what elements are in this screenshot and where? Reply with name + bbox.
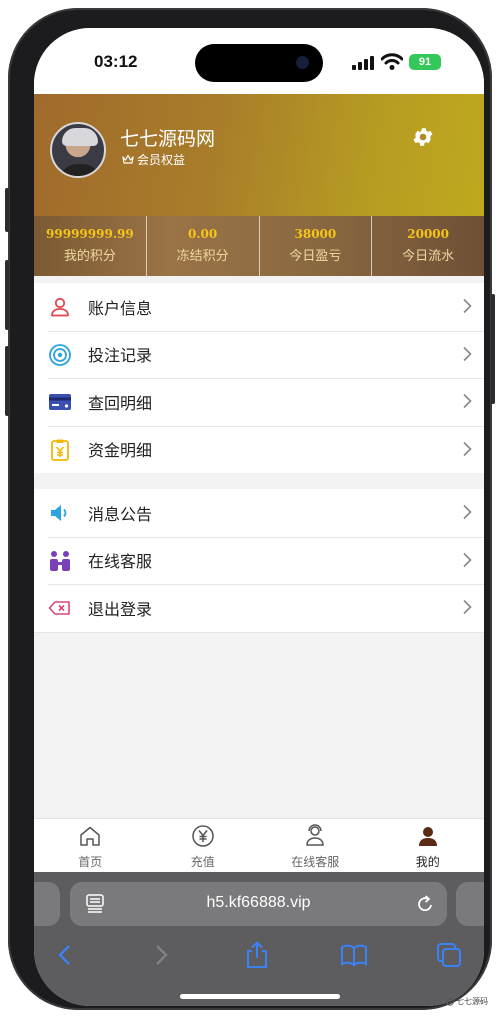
- volume-up-button: [5, 260, 9, 330]
- share-icon[interactable]: [242, 940, 272, 970]
- phone-frame: 03:12 91 七七源码网 会员权益 99999999.99 我的积分 0.0…: [5, 8, 495, 1010]
- menu-group-service: 消息公告 在线客服 退出登录: [34, 489, 484, 633]
- menu-item-label: 消息公告: [88, 504, 153, 524]
- chevron-right-icon: [463, 552, 472, 567]
- menu-item-announcements[interactable]: 消息公告: [34, 489, 484, 537]
- stat-label: 冻结积分: [176, 249, 229, 264]
- menu-item-label: 退出登录: [88, 599, 153, 619]
- yuan-circle-icon: [192, 825, 214, 847]
- status-bar: 03:12 91: [34, 28, 484, 96]
- avatar[interactable]: [50, 122, 106, 178]
- menu-item-account-info[interactable]: 账户信息: [34, 283, 484, 331]
- power-button: [491, 294, 495, 404]
- avatar-hair: [62, 128, 98, 146]
- stat-frozen-points: 0.00 冻结积分: [147, 216, 260, 276]
- menu-item-label: 投注记录: [88, 346, 153, 366]
- browser-toolbar: h5.kf66888.vip: [34, 872, 484, 1006]
- back-icon[interactable]: [50, 940, 80, 970]
- support-icon: [306, 824, 325, 846]
- battery-level: 91: [418, 56, 432, 68]
- yuan-clipboard-icon: [51, 439, 69, 461]
- target-icon: [49, 343, 71, 366]
- stat-value: 38000: [294, 227, 337, 241]
- next-tab-preview[interactable]: [456, 882, 484, 926]
- divider: [34, 631, 484, 633]
- chevron-right-icon: [463, 393, 472, 409]
- wifi-icon: [381, 53, 403, 70]
- tab-online-service[interactable]: 在线客服: [259, 819, 372, 872]
- home-indicator: [180, 994, 340, 999]
- points-summary: 99999999.99 我的积分 0.00 冻结积分 38000 今日盈亏 20…: [34, 216, 484, 276]
- menu-item-label: 在线客服: [88, 552, 153, 572]
- stat-label: 今日盈亏: [289, 249, 342, 264]
- menu-item-label: 账户信息: [88, 298, 153, 318]
- status-time: 03:12: [94, 52, 138, 71]
- profile-icon: [418, 827, 437, 846]
- username: 七七源码网: [120, 128, 216, 150]
- dynamic-island: [195, 44, 323, 82]
- battery-icon: 91: [409, 54, 441, 70]
- stat-today-turnover: 20000 今日流水: [372, 216, 484, 276]
- vip-label: 会员权益: [137, 153, 186, 167]
- chevron-right-icon: [463, 346, 472, 361]
- menu-item-rebate-details[interactable]: 查回明细: [34, 378, 484, 426]
- forward-icon[interactable]: [146, 940, 176, 970]
- chevron-right-icon: [463, 599, 472, 615]
- stat-value: 99999999.99: [46, 227, 134, 241]
- people-icon: [50, 550, 70, 571]
- menu-item-label: 资金明细: [88, 441, 153, 461]
- bookmarks-icon[interactable]: [339, 940, 369, 970]
- stat-label: 我的积分: [63, 249, 116, 264]
- user-icon: [51, 297, 69, 317]
- chevron-right-icon: [463, 504, 472, 520]
- avatar-shirt: [58, 164, 102, 176]
- logout-icon: [48, 601, 70, 615]
- url-text: h5.kf66888.vip: [206, 894, 311, 911]
- menu-item-fund-details[interactable]: 资金明细: [34, 425, 484, 474]
- camera-icon: [296, 56, 309, 69]
- crown-icon: [122, 154, 134, 164]
- watermark-text: 七七源码: [456, 997, 488, 1006]
- stat-value: 0.00: [188, 227, 218, 241]
- tab-label: 我的: [415, 855, 440, 869]
- address-bar[interactable]: h5.kf66888.vip: [70, 882, 447, 926]
- tab-label: 首页: [78, 855, 103, 869]
- chevron-right-icon: [463, 298, 472, 314]
- reload-icon[interactable]: [415, 894, 435, 914]
- screen: 03:12 91 七七源码网 会员权益 99999999.99 我的积分 0.0…: [34, 28, 484, 1006]
- tab-recharge[interactable]: 充值: [147, 819, 260, 872]
- stat-today-pnl: 38000 今日盈亏: [260, 216, 373, 276]
- menu-item-bet-records[interactable]: 投注记录: [34, 330, 484, 379]
- menu-item-label: 查回明细: [88, 393, 153, 413]
- menu-item-logout[interactable]: 退出登录: [34, 584, 484, 632]
- stat-label: 今日流水: [402, 249, 455, 264]
- watermark-logo-icon: [446, 997, 454, 1006]
- home-icon: [80, 826, 100, 846]
- stat-my-points: 99999999.99 我的积分: [34, 216, 147, 276]
- settings-gear-icon[interactable]: [411, 125, 435, 149]
- vip-benefits-link[interactable]: 会员权益: [122, 151, 185, 168]
- menu-item-online-service[interactable]: 在线客服: [34, 536, 484, 585]
- bottom-tab-bar: 首页 充值 在线客服 我的: [34, 818, 484, 872]
- tab-label: 在线客服: [291, 855, 340, 869]
- previous-tab-preview[interactable]: [34, 882, 60, 926]
- speaker-icon: [51, 505, 67, 521]
- action-button: [5, 188, 9, 232]
- card-icon: [49, 394, 71, 410]
- menu-group-account: 账户信息 投注记录 查回明细 资金明细: [34, 283, 484, 473]
- tab-mine[interactable]: 我的: [372, 819, 485, 872]
- stat-value: 20000: [407, 227, 449, 241]
- tab-label: 充值: [190, 855, 215, 869]
- profile-header: 七七源码网 会员权益: [34, 94, 484, 216]
- tab-home[interactable]: 首页: [34, 819, 147, 872]
- volume-down-button: [5, 346, 9, 416]
- signal-icon: [352, 56, 374, 70]
- watermark: 七七源码: [446, 996, 488, 1007]
- tabs-icon[interactable]: [434, 940, 464, 970]
- chevron-right-icon: [463, 441, 472, 456]
